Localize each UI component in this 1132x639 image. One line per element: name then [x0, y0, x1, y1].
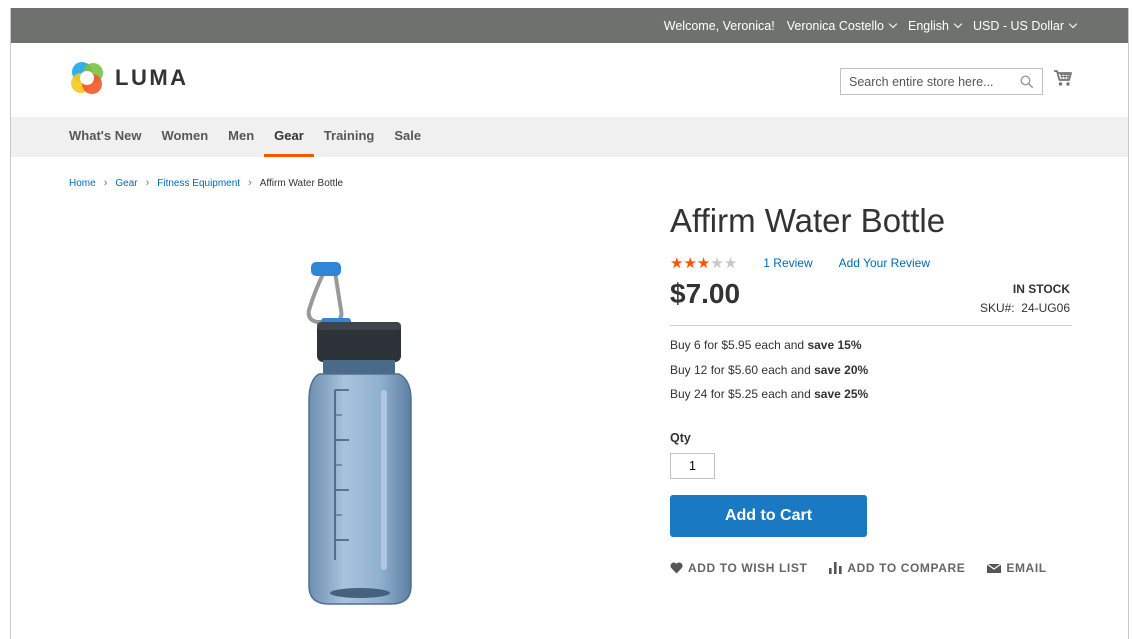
- star-empty-icon: ★: [710, 255, 724, 272]
- chevron-down-icon: [888, 19, 898, 28]
- nav-item-women[interactable]: Women: [151, 117, 218, 157]
- nav-item-men[interactable]: Men: [218, 117, 264, 157]
- nav-item-sale[interactable]: Sale: [384, 117, 431, 157]
- star-empty-icon: ★: [723, 255, 738, 272]
- add-to-wishlist-link[interactable]: ADD TO WISH LIST: [670, 561, 807, 575]
- product-title: Affirm Water Bottle: [670, 202, 946, 239]
- product-price: $7.00: [670, 278, 741, 309]
- star-filled-icon: ★: [670, 255, 684, 272]
- breadcrumb: Home › Gear › Fitness Equipment › Affirm…: [69, 177, 343, 189]
- email-link[interactable]: EMAIL: [987, 561, 1046, 575]
- tier-price-item: Buy 6 for $5.95 each and save 15%: [670, 337, 868, 362]
- header-links: Welcome, Veronica! Veronica Costello Eng…: [663, 8, 1078, 43]
- breadcrumb-gear[interactable]: Gear: [115, 178, 137, 189]
- breadcrumb-current: Affirm Water Bottle: [259, 177, 344, 189]
- logo-text: LUMA: [115, 65, 189, 90]
- breadcrumb-fitness-equipment[interactable]: Fitness Equipment: [157, 178, 240, 189]
- chevron-down-icon: [953, 19, 963, 28]
- product-image[interactable]: [295, 260, 415, 606]
- tier-price-save: save 20%: [814, 362, 869, 377]
- chevron-right-icon: ›: [248, 177, 252, 189]
- account-dropdown[interactable]: Veronica Costello: [786, 18, 898, 33]
- chevron-right-icon: ›: [103, 177, 108, 189]
- page: Welcome, Veronica! Veronica Costello Eng…: [10, 8, 1129, 639]
- account-name: Veronica Costello: [786, 18, 884, 33]
- header: LUMA: [11, 43, 1128, 117]
- logo[interactable]: LUMA: [69, 60, 189, 96]
- cart-icon[interactable]: [1053, 69, 1073, 87]
- language-switcher[interactable]: English: [908, 18, 963, 33]
- add-to-cart-button[interactable]: Add to Cart: [670, 495, 867, 537]
- main-navigation: What's New Women Men Gear Training Sale: [11, 117, 1128, 157]
- tier-price-text: Buy 24 for $5.25 each and: [670, 387, 815, 401]
- compare-label: ADD TO COMPARE: [847, 561, 966, 575]
- nav-item-whats-new[interactable]: What's New: [69, 117, 151, 157]
- sku-label: SKU#:: [979, 301, 1015, 315]
- tier-price-save: save 25%: [814, 387, 869, 401]
- divider: [670, 325, 1072, 326]
- tier-price-text: Buy 12 for $5.60 each and: [670, 362, 815, 377]
- sku-value: 24-UG06: [1021, 301, 1070, 315]
- qty-label: Qty: [670, 431, 691, 445]
- nav-item-gear[interactable]: Gear: [264, 117, 314, 157]
- product-reviews-summary: ★★★★★ 1 Review Add Your Review: [670, 254, 956, 272]
- product-social-links: ADD TO WISH LIST ADD TO COMPARE EMAIL: [670, 561, 1047, 575]
- search-icon[interactable]: [1020, 75, 1034, 89]
- chevron-right-icon: ›: [145, 177, 150, 189]
- envelope-icon: [987, 563, 1002, 573]
- add-to-compare-link[interactable]: ADD TO COMPARE: [829, 561, 965, 575]
- search-input[interactable]: [841, 69, 1016, 94]
- add-review-link[interactable]: Add Your Review: [839, 256, 930, 270]
- currency-switcher[interactable]: USD - US Dollar: [973, 18, 1078, 33]
- chevron-down-icon: [1068, 19, 1078, 28]
- qty-input[interactable]: [670, 453, 715, 479]
- nav-item-training[interactable]: Training: [314, 117, 385, 157]
- tier-price-save: save 15%: [807, 338, 862, 352]
- breadcrumb-home[interactable]: Home: [69, 178, 96, 189]
- stock-status: IN STOCK: [1012, 282, 1070, 296]
- wishlist-label: ADD TO WISH LIST: [688, 561, 808, 575]
- top-panel: Welcome, Veronica! Veronica Costello Eng…: [11, 8, 1128, 43]
- heart-icon: [670, 562, 683, 574]
- compare-icon: [829, 562, 842, 574]
- email-label: EMAIL: [1006, 561, 1047, 575]
- product-sku: SKU#: 24-UG06: [980, 301, 1070, 315]
- tier-prices: Buy 6 for $5.95 each and save 15% Buy 12…: [670, 337, 868, 411]
- rating-stars: ★★★★★: [670, 254, 737, 272]
- luma-logo-icon: [71, 62, 103, 94]
- search-box: [840, 68, 1043, 95]
- reviews-link[interactable]: 1 Review: [763, 256, 812, 270]
- star-filled-icon: ★: [696, 255, 711, 272]
- tier-price-item: Buy 24 for $5.25 each and save 25%: [670, 386, 868, 411]
- tier-price-item: Buy 12 for $5.60 each and save 20%: [670, 362, 868, 387]
- welcome-message: Welcome, Veronica!: [663, 18, 775, 33]
- tier-price-text: Buy 6 for $5.95 each and: [670, 338, 808, 352]
- star-filled-icon: ★: [683, 255, 697, 272]
- language-label: English: [908, 18, 949, 33]
- currency-label: USD - US Dollar: [973, 18, 1064, 33]
